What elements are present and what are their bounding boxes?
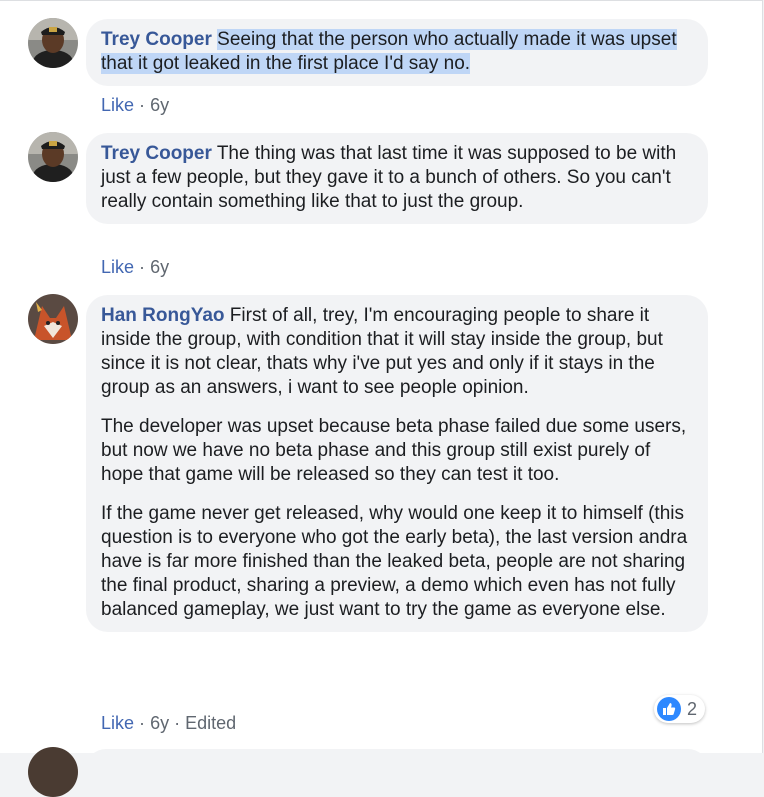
comment-paragraph: Han RongYao First of all, trey, I'm enco… — [101, 304, 693, 400]
profile-photo-icon — [28, 18, 78, 68]
comment-timestamp[interactable]: 6y — [150, 95, 169, 115]
comment-bubble: Trey Cooper The thing was that last time… — [86, 133, 708, 224]
avatar[interactable] — [28, 294, 78, 344]
like-button[interactable]: Like — [101, 257, 134, 277]
comment-bubble: Trey Cooper Seeing that the person who a… — [86, 19, 708, 86]
comment-author[interactable]: Trey Cooper — [101, 143, 212, 164]
comment-actions: Like · 6y — [101, 256, 169, 278]
profile-photo-fox-icon — [28, 294, 78, 344]
separator-dot: · — [139, 713, 146, 733]
profile-photo-icon — [28, 132, 78, 182]
like-button[interactable]: Like — [101, 713, 134, 733]
like-button[interactable]: Like — [101, 95, 134, 115]
comment-author[interactable]: Han RongYao — [101, 305, 225, 326]
avatar[interactable] — [28, 747, 78, 797]
comment-author[interactable]: Trey Cooper — [101, 29, 212, 50]
comment-timestamp[interactable]: 6y — [150, 713, 169, 733]
comment-actions: Like · 6y · Edited — [101, 712, 236, 734]
comment-bubble: Han RongYao First of all, trey, I'm enco… — [86, 295, 708, 632]
separator-dot: · — [174, 713, 181, 733]
comment-actions: Like · 6y — [101, 94, 169, 116]
thumbs-up-icon — [657, 697, 681, 721]
comment-paragraph: If the game never get released, why woul… — [101, 503, 688, 620]
separator-dot: · — [139, 257, 146, 277]
avatar[interactable] — [28, 132, 78, 182]
comment-bubble — [86, 749, 708, 789]
comment-paragraph: The developer was upset because beta pha… — [101, 416, 687, 485]
comment-timestamp[interactable]: 6y — [150, 257, 169, 277]
edited-label[interactable]: Edited — [185, 713, 236, 733]
reaction-count: 2 — [687, 698, 698, 719]
separator-dot: · — [139, 95, 146, 115]
reaction-badge[interactable]: 2 — [654, 695, 706, 723]
avatar[interactable] — [28, 18, 78, 68]
comments-panel: Trey Cooper Seeing that the person who a… — [0, 0, 763, 797]
